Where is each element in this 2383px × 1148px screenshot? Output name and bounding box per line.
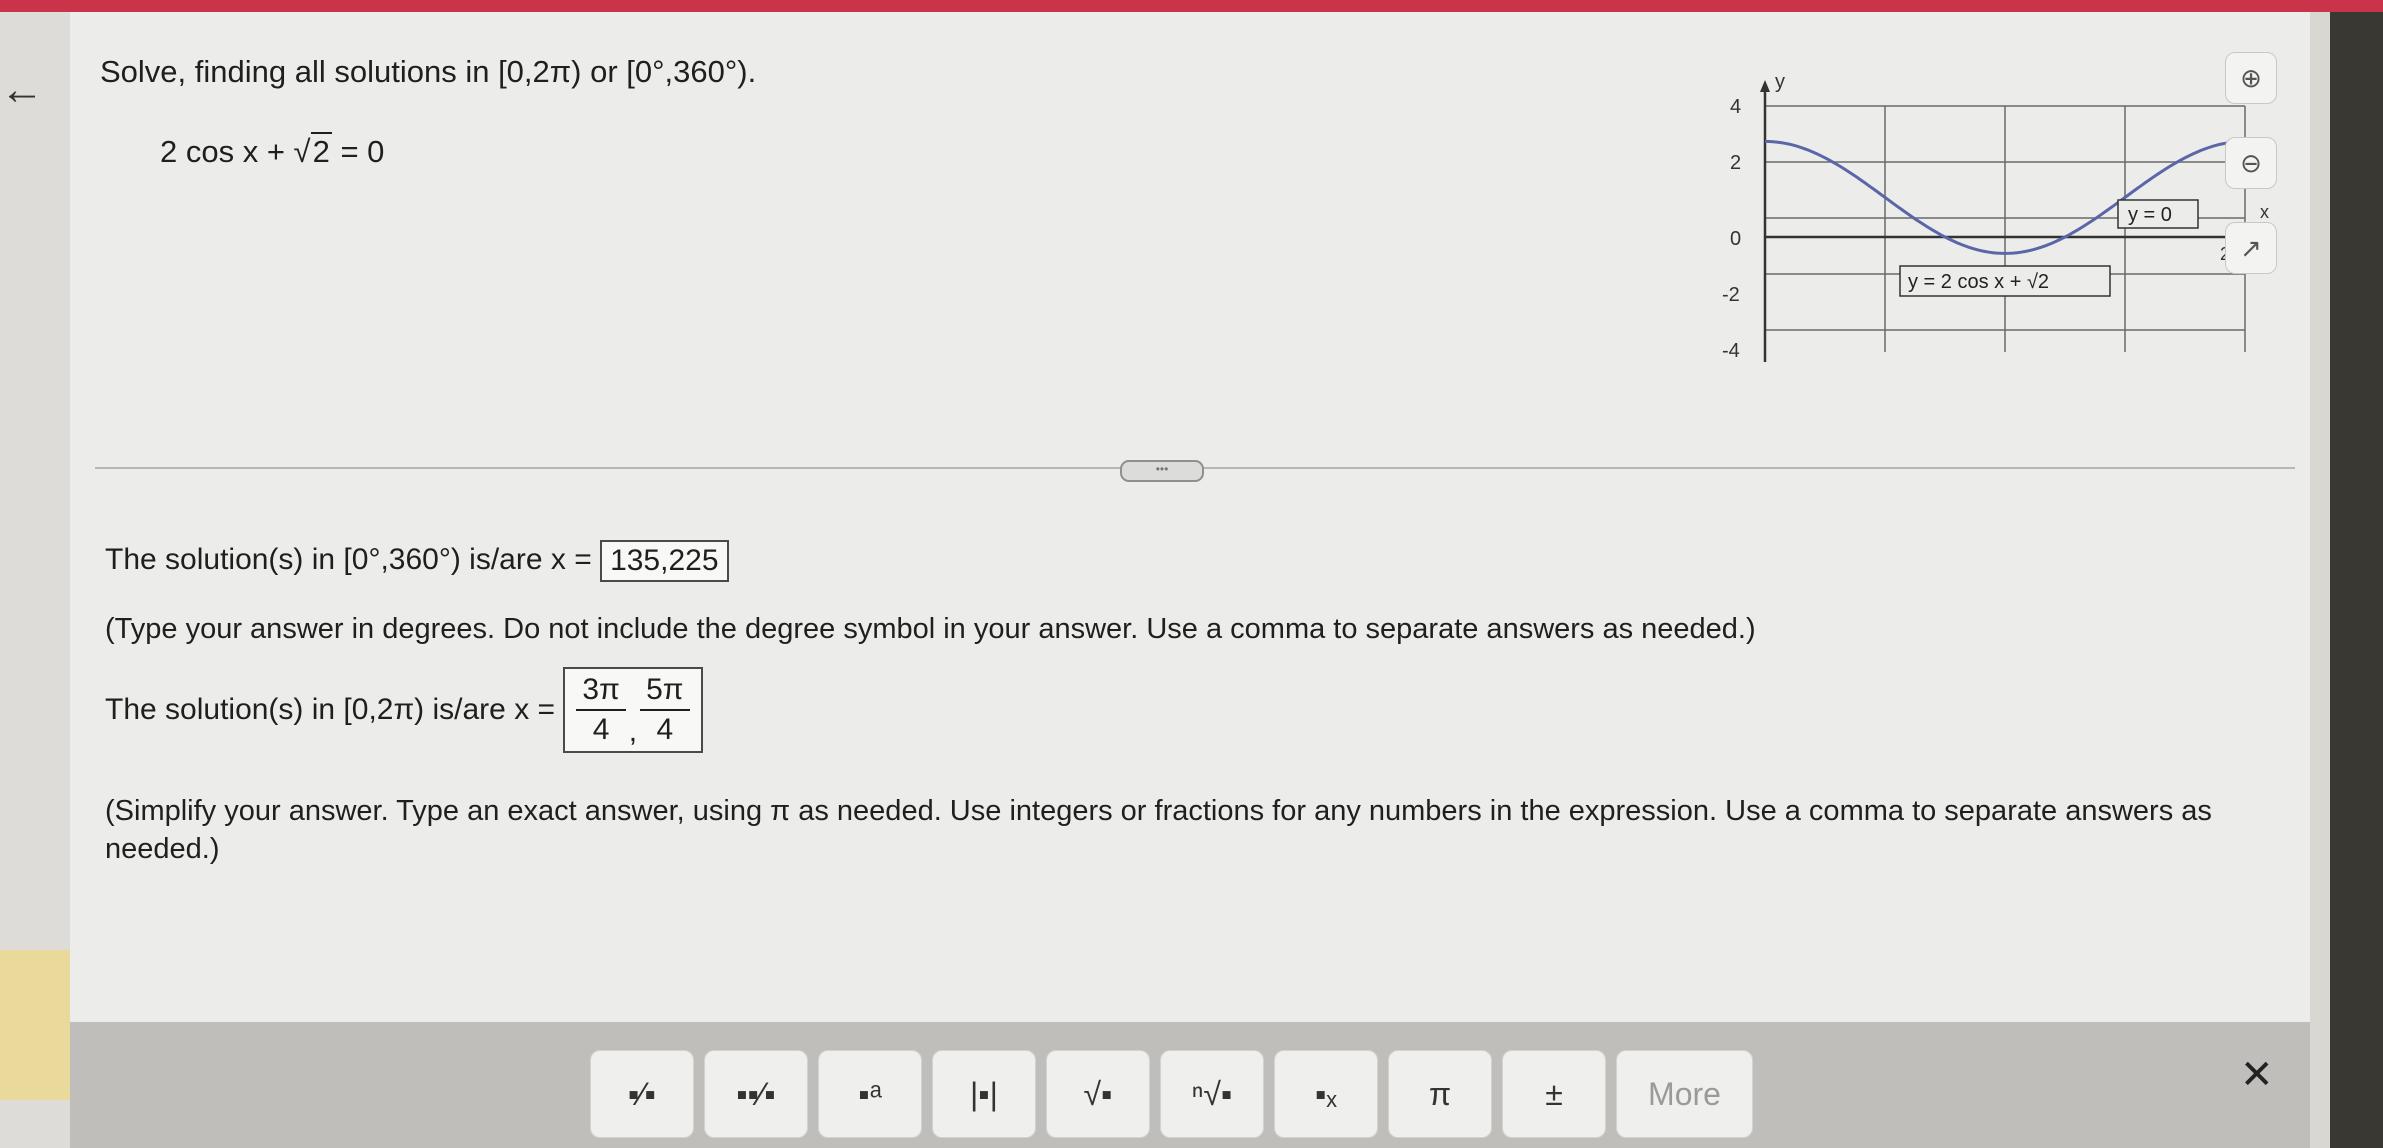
radians-fraction-2: 5π 4	[640, 671, 690, 749]
graph-grid	[1764, 105, 2246, 352]
y-tick-neg4: -4	[1722, 340, 1740, 362]
plus-minus-button[interactable]: ±	[1502, 1050, 1606, 1138]
degrees-answer-box[interactable]: 135,225	[600, 540, 729, 582]
cosine-graph[interactable]: y x 4 2 0 -2 -4 2π y = 0 y = 2 cos x + √…	[1650, 62, 2300, 382]
subscript-button[interactable]: ▪ₓ	[1274, 1050, 1378, 1138]
nth-root-button[interactable]: ⁿ√▪	[1160, 1050, 1264, 1138]
y-tick-0: 0	[1730, 228, 1741, 250]
radians-answer-box[interactable]: 3π 4 , 5π 4	[563, 667, 703, 753]
equation-radicand: 2	[310, 132, 332, 169]
radians-instructions: (Simplify your answer. Type an exact ans…	[105, 795, 2212, 865]
back-arrow-icon[interactable]: ←	[0, 68, 44, 112]
problem-equation: 2 cos x + √2 = 0	[160, 132, 385, 169]
problem-instruction: Solve, finding all solutions in [0,2π) o…	[100, 54, 757, 89]
absolute-value-button[interactable]: |▪|	[932, 1050, 1036, 1138]
top-color-bar	[0, 0, 2383, 12]
zoom-in-icon[interactable]: ⊕	[2225, 52, 2277, 104]
pi-button[interactable]: π	[1388, 1050, 1492, 1138]
math-toolbar: ▪⁄▪ ▪▪⁄▪ ▪ᵃ |▪| √▪ ⁿ√▪ ▪ₓ π ± More	[70, 1022, 2310, 1148]
y-tick-4: 4	[1730, 96, 1741, 118]
divider-handle[interactable]: •••	[1120, 460, 1204, 482]
y-axis-label: y	[1775, 71, 1785, 93]
degrees-solution-line: The solution(s) in [0°,360°) is/are x = …	[105, 540, 729, 582]
popout-icon[interactable]: ↗	[2225, 222, 2277, 274]
degrees-prefix: The solution(s) in [0°,360°) is/are x =	[105, 542, 592, 576]
fraction-button[interactable]: ▪⁄▪	[590, 1050, 694, 1138]
right-edge	[2330, 12, 2383, 1148]
degrees-instructions: (Type your answer in degrees. Do not inc…	[105, 613, 1756, 645]
radians-prefix: The solution(s) in [0,2π) is/are x =	[105, 693, 556, 726]
curve-label: y = 2 cos x + √2	[1908, 271, 2049, 293]
y-tick-neg2: -2	[1722, 284, 1740, 306]
question-panel: Solve, finding all solutions in [0,2π) o…	[70, 12, 2310, 1022]
radians-fraction-1: 3π 4	[576, 671, 626, 749]
x-axis-label: x	[2260, 202, 2269, 222]
left-highlight-block	[0, 950, 70, 1100]
close-icon[interactable]: ✕	[2240, 1052, 2274, 1098]
zoom-out-icon[interactable]: ⊖	[2225, 137, 2277, 189]
equation-rhs: = 0	[340, 134, 385, 169]
line-label: y = 0	[2128, 204, 2172, 226]
mixed-number-button[interactable]: ▪▪⁄▪	[704, 1050, 808, 1138]
more-button[interactable]: More	[1616, 1050, 1753, 1138]
y-tick-2: 2	[1730, 152, 1741, 174]
radians-solution-line: The solution(s) in [0,2π) is/are x = 3π …	[105, 667, 703, 753]
y-axis-arrow-icon	[1760, 80, 1770, 92]
square-root-button[interactable]: √▪	[1046, 1050, 1150, 1138]
equation-lhs: 2 cos x +	[160, 134, 285, 169]
exponent-button[interactable]: ▪ᵃ	[818, 1050, 922, 1138]
